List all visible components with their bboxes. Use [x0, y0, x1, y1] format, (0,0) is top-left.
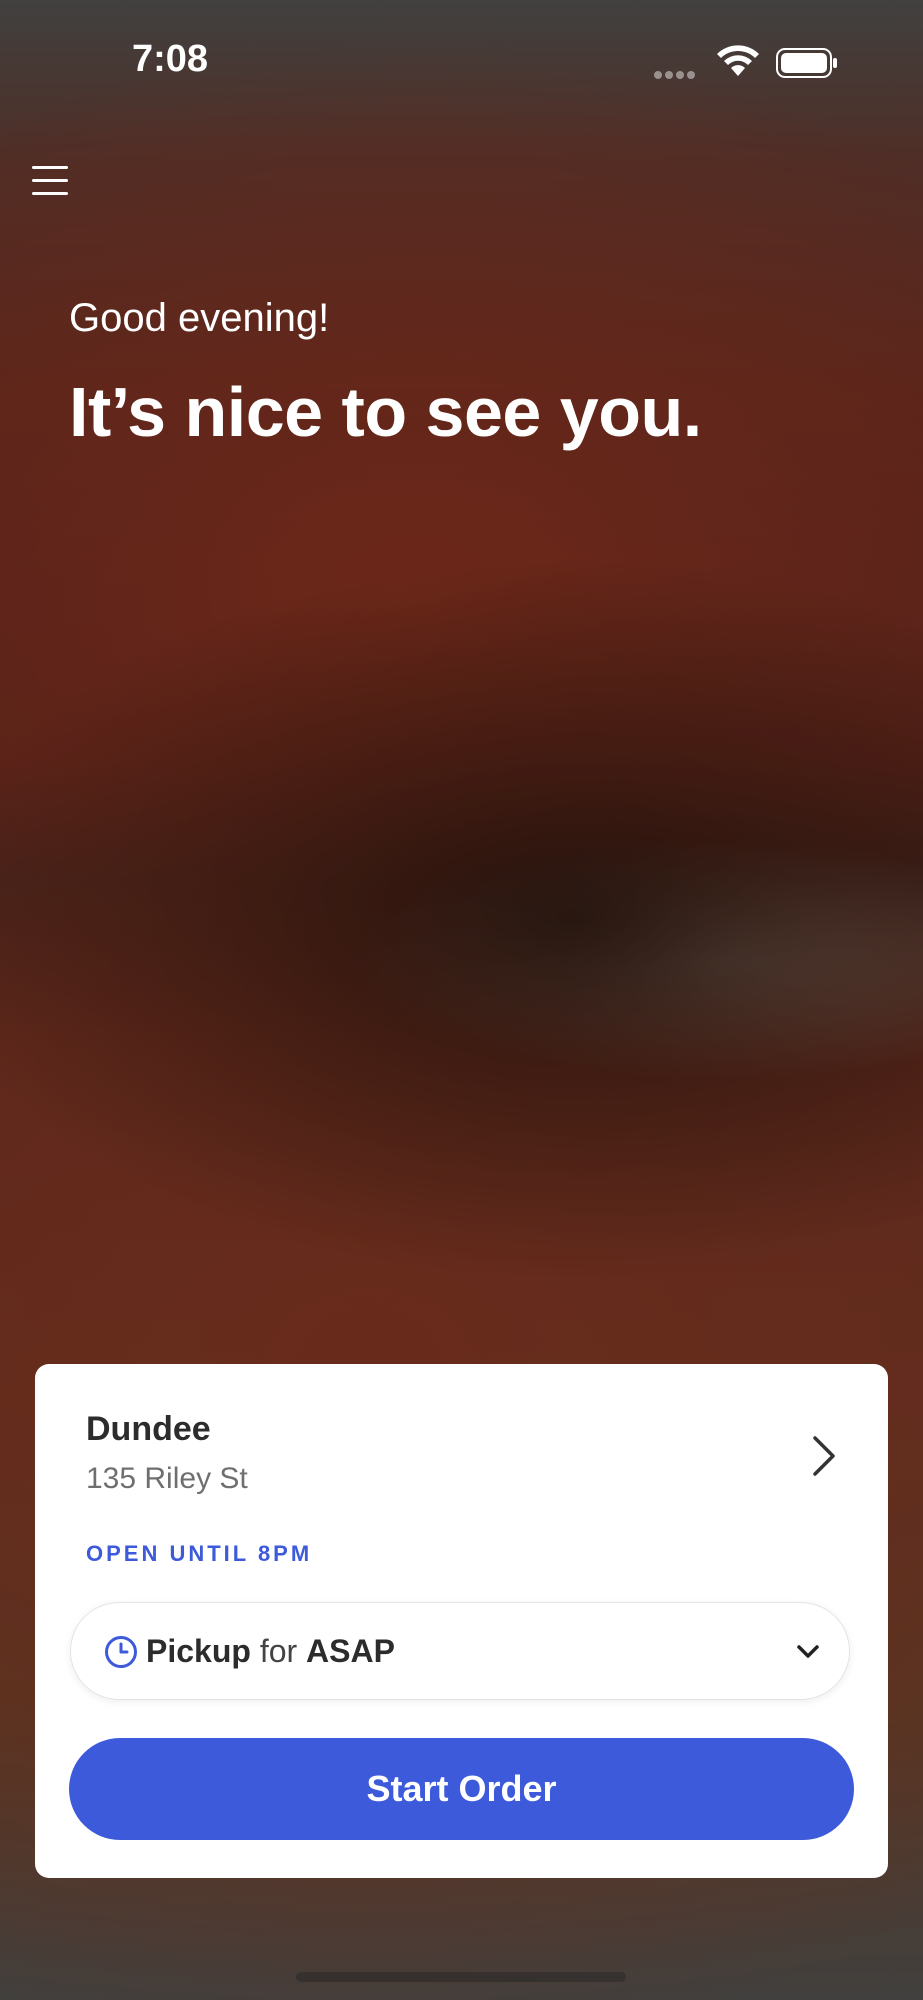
pickup-summary: Pickup for ASAP	[146, 1633, 395, 1670]
start-order-button[interactable]: Start Order	[69, 1738, 854, 1840]
order-connector: for	[259, 1633, 298, 1669]
order-card: Dundee 135 Riley St OPEN UNTIL 8PM Picku…	[35, 1364, 888, 1878]
battery-icon	[776, 48, 837, 78]
hamburger-menu-icon[interactable]	[32, 166, 68, 200]
clock-icon	[105, 1636, 137, 1668]
store-hours: OPEN UNTIL 8PM	[86, 1541, 313, 1566]
chevron-down-icon[interactable]	[794, 1639, 822, 1665]
status-bar: 7:08	[0, 0, 923, 120]
status-time: 7:08	[132, 38, 209, 80]
greeting-text: Good evening!	[69, 296, 330, 340]
order-time: ASAP	[306, 1633, 395, 1669]
headline-text: It’s nice to see you.	[69, 373, 702, 451]
home-indicator[interactable]	[296, 1972, 626, 1982]
wifi-icon	[717, 45, 759, 76]
home-screen: 7:08 Good evening! It’s nice to see you.…	[0, 0, 923, 2000]
store-address: 135 Riley St	[86, 1462, 248, 1495]
cellular-signal-icon	[654, 66, 702, 79]
order-mode: Pickup	[146, 1633, 251, 1669]
store-name: Dundee	[86, 1410, 211, 1448]
chevron-right-icon[interactable]	[809, 1434, 839, 1478]
pickup-time-selector[interactable]: Pickup for ASAP	[70, 1602, 850, 1700]
